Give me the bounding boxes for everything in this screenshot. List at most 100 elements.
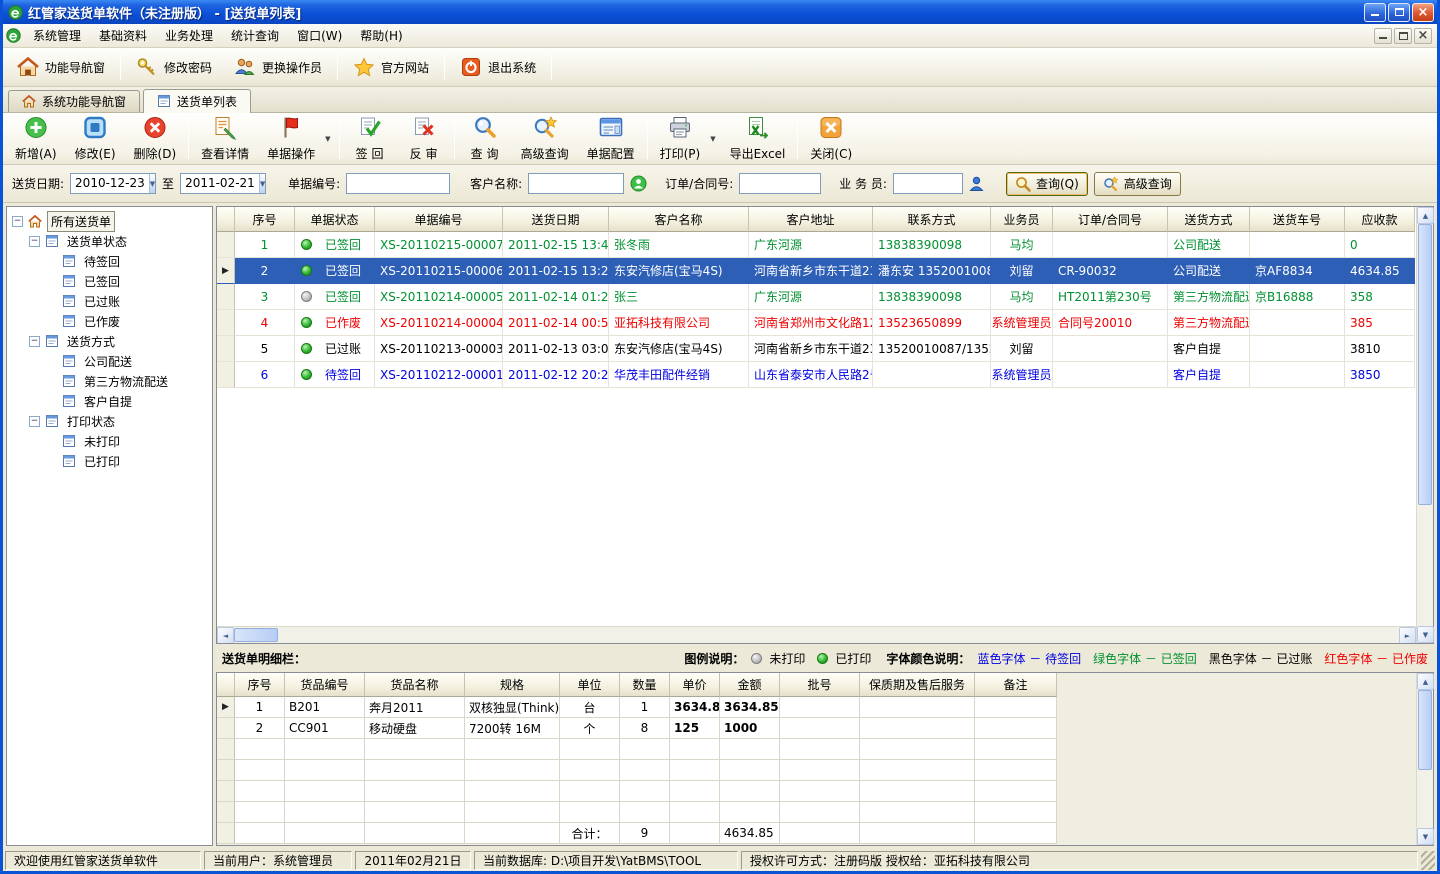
scroll-track[interactable] bbox=[1417, 690, 1433, 828]
grid-col-header[interactable]: 应收款 bbox=[1345, 207, 1415, 232]
grid-col-header[interactable]: 送货方式 bbox=[1168, 207, 1250, 232]
detail-col-header[interactable]: 规格 bbox=[465, 673, 560, 697]
toolbar-power-button[interactable]: 退出系统 bbox=[450, 53, 546, 81]
mdi-close-button[interactable]: × bbox=[1414, 28, 1432, 44]
adv-query-button[interactable]: 高级查询 bbox=[1094, 172, 1181, 196]
doc-no-input[interactable] bbox=[346, 173, 450, 194]
tree-leaf[interactable]: 第三方物流配送 bbox=[7, 371, 212, 391]
mdi-minimize-button[interactable] bbox=[1374, 28, 1392, 44]
menu-item[interactable]: 窗口(W) bbox=[288, 24, 351, 47]
toolbar-keys-button[interactable]: 修改密码 bbox=[126, 53, 222, 81]
detail-empty-row[interactable] bbox=[217, 781, 1057, 802]
tree-group[interactable]: −送货方式 bbox=[7, 331, 212, 351]
menu-item[interactable]: 基础资料 bbox=[90, 24, 156, 47]
tab-navigator[interactable]: 系统功能导航窗 bbox=[8, 90, 140, 112]
action-reverse-button[interactable]: 反 审 bbox=[397, 115, 451, 163]
scroll-right-button[interactable]: ► bbox=[1399, 627, 1416, 643]
tab-delivery-list[interactable]: 送货单列表 bbox=[143, 89, 251, 113]
grid-col-header[interactable]: 序号 bbox=[235, 207, 295, 232]
detail-col-header[interactable]: 保质期及售后服务 bbox=[860, 673, 975, 697]
detail-col-header[interactable]: 序号 bbox=[235, 673, 285, 697]
date-to-combo[interactable]: 2011-02-21 ▼ bbox=[180, 173, 266, 194]
detail-col-header[interactable]: 备注 bbox=[975, 673, 1057, 697]
menu-item[interactable]: 帮助(H) bbox=[351, 24, 411, 47]
action-excel-button[interactable]: 导出Excel bbox=[721, 115, 795, 163]
query-button[interactable]: 查询(Q) bbox=[1006, 172, 1088, 196]
detail-col-header[interactable]: 单价 bbox=[670, 673, 720, 697]
chevron-down-icon[interactable]: ▼ bbox=[259, 174, 265, 193]
grid-row[interactable]: 3已签回XS-20110214-000052011-02-14 01:22张三广… bbox=[217, 284, 1416, 310]
detail-col-header[interactable]: 单位 bbox=[560, 673, 620, 697]
detail-col-header[interactable]: 金额 bbox=[720, 673, 780, 697]
scroll-thumb[interactable] bbox=[1418, 224, 1432, 505]
chevron-down-icon[interactable]: ▼ bbox=[707, 135, 718, 143]
detail-col-header[interactable]: 数量 bbox=[620, 673, 670, 697]
chevron-down-icon[interactable]: ▼ bbox=[322, 135, 333, 143]
date-from-combo[interactable]: 2010-12-23 ▼ bbox=[70, 173, 156, 194]
tree-expander[interactable]: − bbox=[29, 416, 40, 427]
action-close-button[interactable]: 关闭(C) bbox=[801, 115, 861, 163]
customer-input[interactable] bbox=[528, 173, 624, 194]
scroll-down-button[interactable]: ▼ bbox=[1417, 626, 1434, 643]
grid-row[interactable]: 6待签回XS-20110212-000012011-02-12 20:29华茂丰… bbox=[217, 362, 1416, 388]
tree-leaf[interactable]: 公司配送 bbox=[7, 351, 212, 371]
order-input[interactable] bbox=[739, 173, 821, 194]
grid-col-header[interactable]: 业务员 bbox=[991, 207, 1053, 232]
action-config-button[interactable]: 单据配置 bbox=[578, 115, 644, 163]
detail-row[interactable]: 2CC901移动硬盘7200转 16M个81251000 bbox=[217, 718, 1057, 739]
tree-expander[interactable]: − bbox=[29, 236, 40, 247]
scroll-track[interactable] bbox=[1417, 224, 1433, 626]
scroll-down-button[interactable]: ▼ bbox=[1417, 828, 1434, 845]
close-button[interactable]: × bbox=[1412, 3, 1434, 22]
salesman-lookup-icon[interactable] bbox=[969, 176, 984, 192]
grid-row[interactable]: 1已签回XS-20110215-000072011-02-15 13:42张冬雨… bbox=[217, 232, 1416, 258]
action-signback-button[interactable]: 签 回 bbox=[343, 115, 397, 163]
scroll-thumb[interactable] bbox=[234, 628, 278, 642]
grid-col-header[interactable]: 客户名称 bbox=[609, 207, 749, 232]
horizontal-scrollbar[interactable]: ◄ ► bbox=[217, 626, 1416, 643]
menu-item[interactable]: 业务处理 bbox=[156, 24, 222, 47]
chevron-down-icon[interactable]: ▼ bbox=[149, 174, 155, 193]
detail-empty-row[interactable] bbox=[217, 760, 1057, 781]
tree-leaf[interactable]: 客户自提 bbox=[7, 391, 212, 411]
tree-leaf[interactable]: 已签回 bbox=[7, 271, 212, 291]
detail-col-header[interactable]: 货品名称 bbox=[365, 673, 465, 697]
vertical-scrollbar[interactable]: ▲ ▼ bbox=[1416, 207, 1433, 643]
detail-row[interactable]: ▶1B201奔月2011双核独显(Think)台13634.853634.85 bbox=[217, 697, 1057, 718]
action-detail-button[interactable]: 查看详情 bbox=[192, 115, 258, 163]
tree-leaf[interactable]: 已过账 bbox=[7, 291, 212, 311]
action-edit-button[interactable]: 修改(E) bbox=[66, 115, 125, 163]
grid-col-header[interactable]: 送货车号 bbox=[1250, 207, 1345, 232]
scroll-up-button[interactable]: ▲ bbox=[1417, 207, 1434, 224]
salesman-input[interactable] bbox=[893, 173, 963, 194]
tree-expander[interactable]: − bbox=[12, 216, 23, 227]
customer-lookup-icon[interactable] bbox=[630, 175, 647, 192]
grid-row[interactable]: 4已作废XS-20110214-000042011-02-14 00:57亚拓科… bbox=[217, 310, 1416, 336]
scroll-up-button[interactable]: ▲ bbox=[1417, 673, 1434, 690]
grid-row[interactable]: 5已过账XS-20110213-000032011-02-13 03:07东安汽… bbox=[217, 336, 1416, 362]
grid-row[interactable]: ▶2已签回XS-20110215-000062011-02-15 13:22东安… bbox=[217, 258, 1416, 284]
action-flag-button[interactable]: 单据操作▼ bbox=[258, 115, 335, 163]
restore-button[interactable] bbox=[1388, 3, 1410, 22]
grid-col-header[interactable]: 单据编号 bbox=[375, 207, 503, 232]
scroll-track[interactable] bbox=[234, 627, 1399, 643]
toolbar-star-button[interactable]: 官方网站 bbox=[343, 53, 439, 81]
tree-root[interactable]: −所有送货单 bbox=[7, 211, 212, 231]
action-search-button[interactable]: 查 询 bbox=[458, 115, 512, 163]
resize-grip[interactable] bbox=[1421, 851, 1435, 870]
detail-empty-row[interactable] bbox=[217, 739, 1057, 760]
toolbar-home-button[interactable]: 功能导航窗 bbox=[7, 53, 115, 81]
mdi-restore-button[interactable] bbox=[1394, 28, 1412, 44]
grid-col-header[interactable]: 联系方式 bbox=[873, 207, 991, 232]
action-delete-button[interactable]: 删除(D) bbox=[125, 115, 186, 163]
detail-col-header[interactable]: 批号 bbox=[780, 673, 860, 697]
minimize-button[interactable] bbox=[1364, 3, 1386, 22]
tree-leaf[interactable]: 已作废 bbox=[7, 311, 212, 331]
menu-item[interactable]: 统计查询 bbox=[222, 24, 288, 47]
tree-group[interactable]: −打印状态 bbox=[7, 411, 212, 431]
grid-col-header[interactable]: 订单/合同号 bbox=[1053, 207, 1168, 232]
action-add-button[interactable]: 新增(A) bbox=[6, 115, 66, 163]
menu-item[interactable]: 系统管理 bbox=[24, 24, 90, 47]
scroll-thumb[interactable] bbox=[1418, 690, 1432, 770]
tree-leaf[interactable]: 待签回 bbox=[7, 251, 212, 271]
